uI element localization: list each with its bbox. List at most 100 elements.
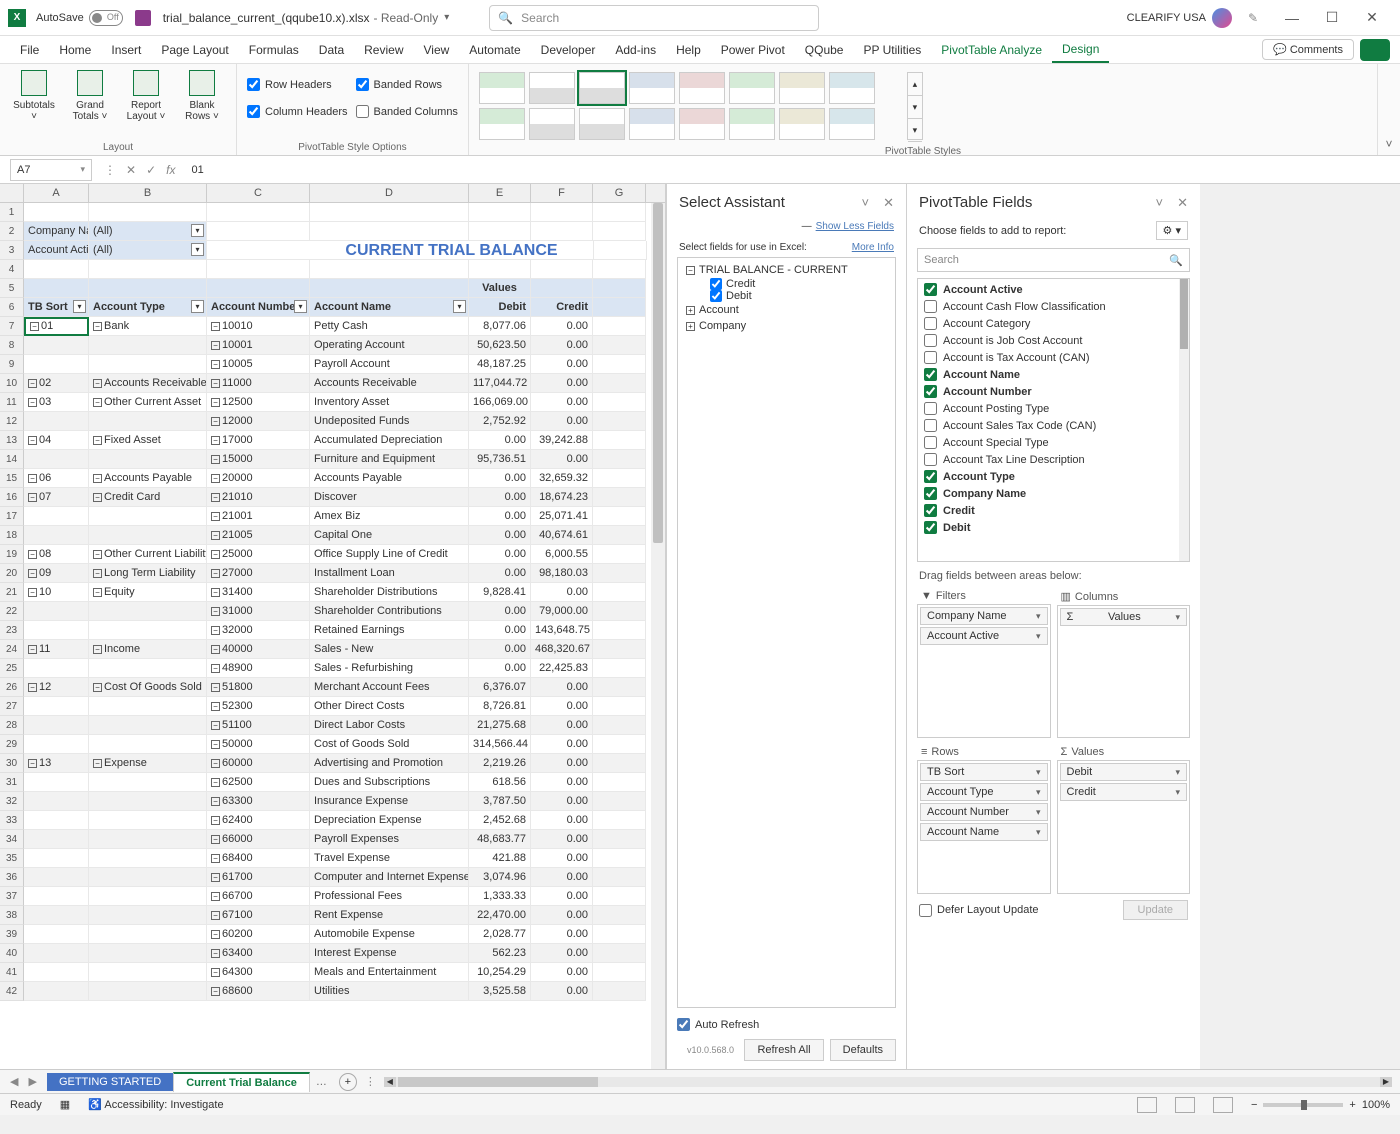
cell[interactable]: 40,674.61 [531,526,593,545]
cell[interactable]: Depreciation Expense [310,811,469,830]
subtotals-button[interactable]: Subtotals˅ [10,68,58,122]
cell[interactable]: −Cost Of Goods Sold [89,678,207,697]
cell[interactable] [89,659,207,678]
row-header[interactable]: 32 [0,792,24,811]
pt-search-input[interactable]: Search🔍 [917,248,1190,272]
sa-close-icon[interactable]: ✕ [883,195,894,211]
field-item[interactable]: Credit [918,502,1189,519]
cell[interactable] [24,925,89,944]
area-item[interactable]: Company Name▾ [920,607,1048,625]
cell[interactable]: 1,333.33 [469,887,531,906]
cell[interactable]: −62400 [207,811,310,830]
cell[interactable] [24,260,89,279]
cell[interactable]: Petty Cash [310,317,469,336]
cell[interactable]: 3,525.58 [469,982,531,1001]
cell[interactable] [207,279,310,298]
normal-view-button[interactable] [1137,1097,1157,1113]
cell[interactable] [89,963,207,982]
tree-debit[interactable]: Debit [682,290,891,302]
refresh-all-button[interactable]: Refresh All [744,1039,823,1061]
row-header[interactable]: 25 [0,659,24,678]
cell[interactable] [593,621,646,640]
cell[interactable]: 0.00 [531,906,593,925]
cell[interactable] [469,222,531,241]
cell[interactable]: 0.00 [531,697,593,716]
cell[interactable]: −10005 [207,355,310,374]
row-header[interactable]: 10 [0,374,24,393]
cell[interactable]: Professional Fees [310,887,469,906]
col-header-A[interactable]: A [24,184,89,202]
cell[interactable]: 0.00 [531,678,593,697]
row-header[interactable]: 4 [0,260,24,279]
cell[interactable] [89,887,207,906]
cell[interactable]: −Other Current Asset [89,393,207,412]
cell[interactable]: 0.00 [531,925,593,944]
cell[interactable]: −10001 [207,336,310,355]
cell[interactable] [89,412,207,431]
cell[interactable]: (All)▾ [89,222,207,241]
cell[interactable]: −15000 [207,450,310,469]
area-item[interactable]: Credit▾ [1060,783,1188,801]
row-header[interactable]: 42 [0,982,24,1001]
cell[interactable] [24,602,89,621]
tab-developer[interactable]: Developer [531,36,606,63]
cell[interactable] [593,735,646,754]
cell[interactable]: 9,828.41 [469,583,531,602]
cell[interactable]: Installment Loan [310,564,469,583]
cell[interactable]: 0.00 [531,849,593,868]
cell[interactable] [593,868,646,887]
tab-data[interactable]: Data [309,36,354,63]
cell[interactable] [89,621,207,640]
cell[interactable] [89,868,207,887]
sheet-current-trial-balance[interactable]: Current Trial Balance [173,1072,310,1092]
cell[interactable]: −06 [24,469,89,488]
cell[interactable]: Account Type▾ [89,298,207,317]
sa-collapse-icon[interactable]: ˅ [862,195,870,211]
styles-gallery[interactable] [479,68,899,144]
cell[interactable] [593,963,646,982]
row-header[interactable]: 15 [0,469,24,488]
cell[interactable] [89,925,207,944]
field-item[interactable]: Account Name [918,366,1189,383]
col-header-B[interactable]: B [89,184,207,202]
cell[interactable] [24,450,89,469]
cell[interactable] [593,887,646,906]
cell[interactable]: 0.00 [531,393,593,412]
row-header[interactable]: 33 [0,811,24,830]
cell[interactable] [89,355,207,374]
cell[interactable]: 0.00 [531,317,593,336]
zoom-out-button[interactable]: − [1251,1099,1257,1111]
cell[interactable] [531,260,593,279]
field-item[interactable]: Account Type [918,468,1189,485]
cell[interactable]: −68600 [207,982,310,1001]
tab-home[interactable]: Home [49,36,101,63]
cell[interactable] [593,773,646,792]
cell[interactable]: −08 [24,545,89,564]
cell[interactable] [469,260,531,279]
cell[interactable] [310,260,469,279]
cell[interactable]: 0.00 [531,811,593,830]
cell[interactable]: 117,044.72 [469,374,531,393]
cell[interactable] [89,849,207,868]
cell[interactable]: −Accounts Receivable [89,374,207,393]
cell[interactable]: 21,275.68 [469,716,531,735]
field-item[interactable]: Account Tax Line Description [918,451,1189,468]
cell[interactable]: 25,071.41 [531,507,593,526]
blank-rows-button[interactable]: Blank Rows ˅ [178,68,226,122]
cell[interactable] [593,279,646,298]
cell[interactable] [593,754,646,773]
cell[interactable] [89,830,207,849]
cell[interactable] [89,279,207,298]
gallery-scroll[interactable]: ▴▾▾ [907,72,923,140]
cell[interactable]: 8,726.81 [469,697,531,716]
col-header-E[interactable]: E [469,184,531,202]
cell[interactable]: 3,074.96 [469,868,531,887]
cell[interactable]: Sales - Refurbishing [310,659,469,678]
cell[interactable] [89,811,207,830]
cell[interactable] [89,260,207,279]
cell[interactable]: 0.00 [531,887,593,906]
banded-rows-checkbox[interactable]: Banded Rows [356,78,458,91]
cell[interactable]: Insurance Expense [310,792,469,811]
cell[interactable] [593,393,646,412]
cell[interactable]: 0.00 [531,355,593,374]
